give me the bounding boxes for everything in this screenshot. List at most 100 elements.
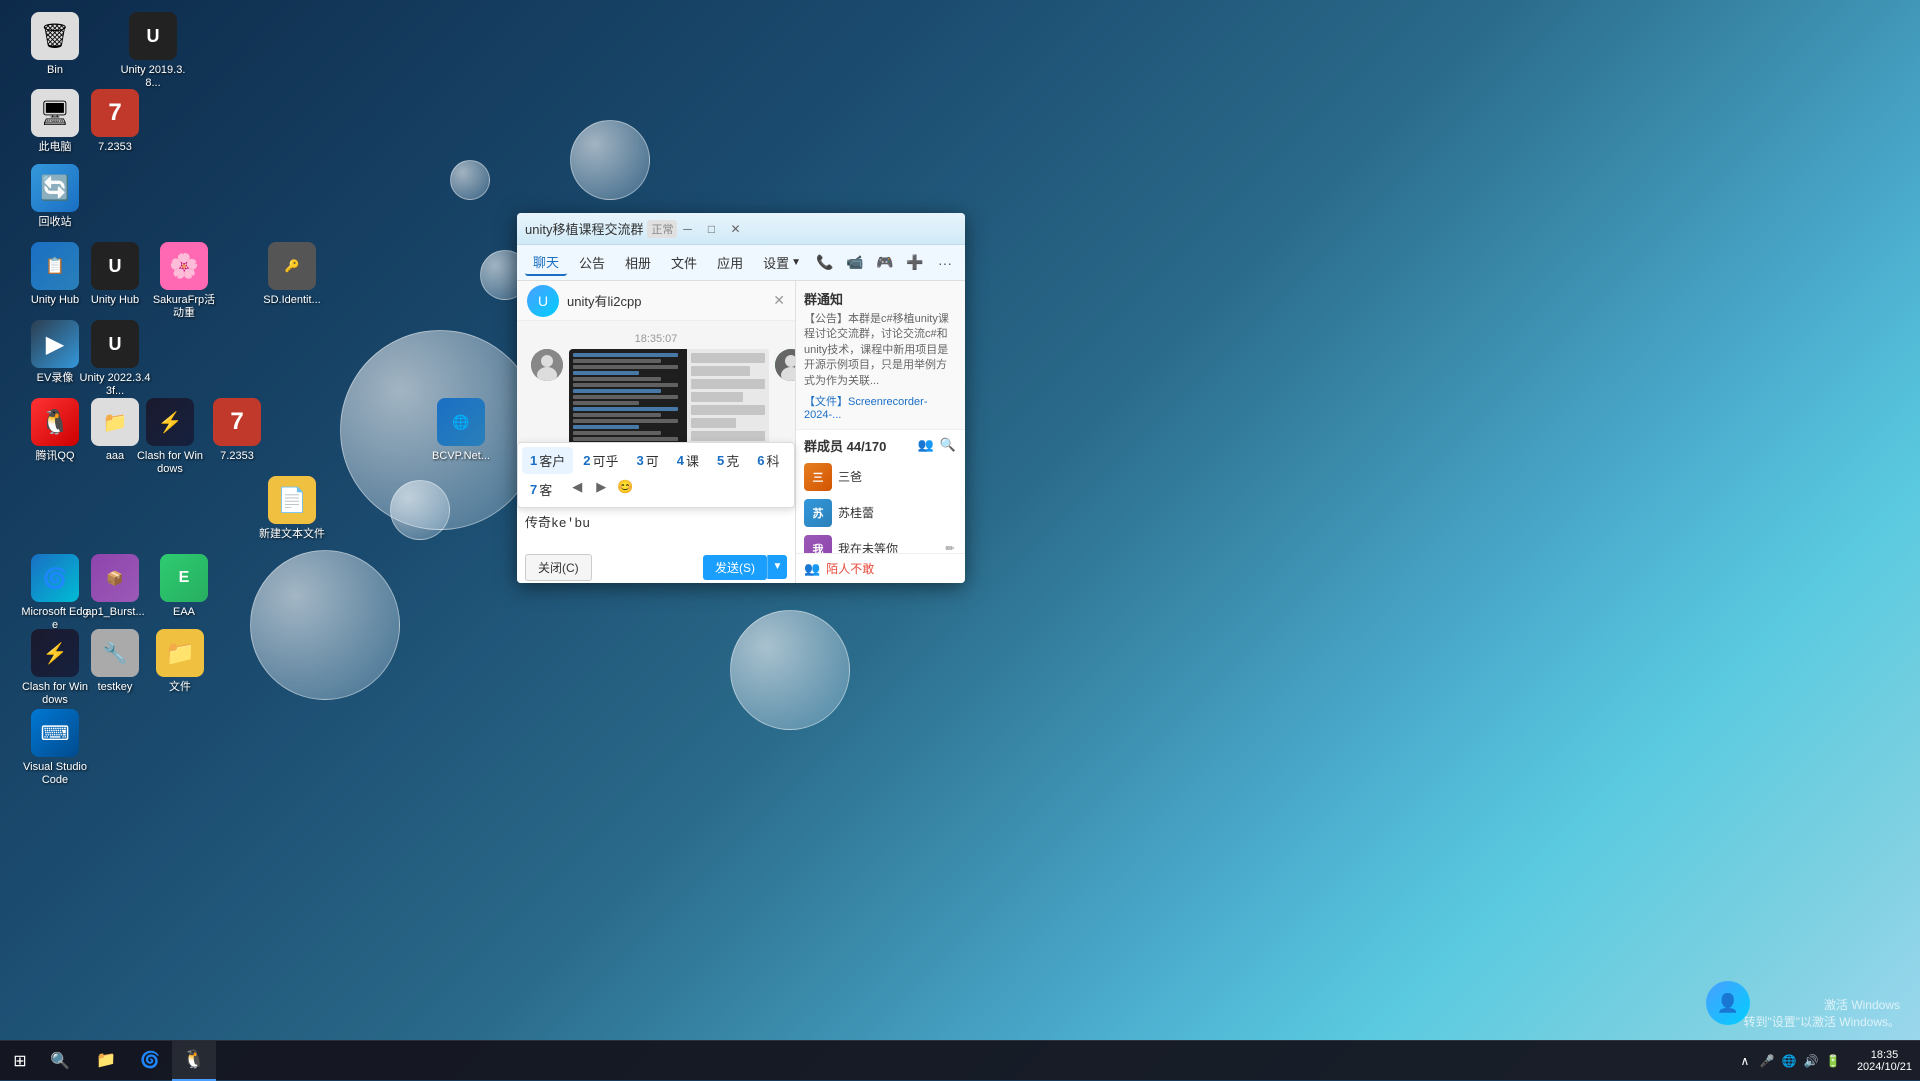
tab-settings[interactable]: 设置 ▼ — [755, 250, 809, 275]
autocomplete-item-3[interactable]: 3 可 — [629, 447, 667, 474]
file-item — [691, 431, 765, 441]
desktop-icon-7z[interactable]: 7 7.2353 — [75, 85, 155, 158]
taskbar-edge[interactable]: 🌀 — [128, 1041, 172, 1081]
file-item — [691, 366, 750, 376]
desktop-icon-file[interactable]: 📁 文件 — [140, 625, 220, 698]
vscode-label: Visual Studio Code — [19, 761, 91, 787]
video-icon[interactable]: 📹 — [843, 251, 867, 275]
friends-label[interactable]: 陌人不敢 — [826, 560, 874, 577]
member-search-icon[interactable]: 🔍 — [939, 436, 957, 454]
sd-icon: 🔑 — [268, 242, 316, 290]
desktop-icon-vscode[interactable]: ⌨ Visual Studio Code — [15, 705, 95, 791]
ev-label: EV录像 — [37, 372, 74, 385]
todesk-label: Unity Hub — [31, 294, 79, 307]
code-line — [573, 365, 678, 369]
desktop-icon-unity2[interactable]: U Unity 2022.3.43f... — [75, 316, 155, 402]
tab-file[interactable]: 文件 — [663, 250, 705, 275]
tray-volume-icon[interactable]: 🔊 — [1803, 1053, 1819, 1069]
members-count: 群成员 44/170 — [804, 436, 886, 455]
send-button[interactable]: 发送(S) — [703, 555, 767, 580]
desktop-icon-sakura[interactable]: 🌸 SakuraFrp活动重 — [144, 238, 224, 324]
call-icon[interactable]: 📞 — [813, 251, 837, 275]
ev-icon: ▶ — [31, 320, 79, 368]
chat-close-icon[interactable]: ✕ — [773, 292, 785, 309]
autocomplete-item-4[interactable]: 4 课 — [669, 447, 707, 474]
qq-label: 腾讯QQ — [35, 450, 74, 463]
member-avatar: 苏 — [804, 499, 832, 527]
more-icon[interactable]: ··· — [933, 251, 957, 275]
desktop-icon-bin[interactable]: 🗑 Bin — [15, 8, 95, 81]
add-icon[interactable]: ➕ — [903, 251, 927, 275]
file-item — [691, 405, 765, 415]
autocomplete-next[interactable]: ▶ — [590, 476, 612, 498]
autocomplete-item-5[interactable]: 5 克 — [709, 447, 747, 474]
message-avatar-right — [775, 349, 795, 381]
member-name: 我在未等你 — [838, 540, 937, 553]
tray-mic-icon[interactable]: 🎤 — [1759, 1053, 1775, 1069]
code-line — [573, 437, 678, 441]
tab-album[interactable]: 相册 — [617, 250, 659, 275]
autocomplete-item-7[interactable]: 7 客 — [522, 476, 560, 503]
member-search-icons: 👥 🔍 — [917, 436, 957, 454]
unity-icon: U — [129, 12, 177, 60]
tray-icons: ∧ 🎤 🌐 🔊 🔋 — [1737, 1053, 1841, 1069]
autocomplete-item-1[interactable]: 1 客户 — [522, 447, 573, 474]
desktop-icon-huiyuan[interactable]: 🔄 回收站 — [15, 160, 95, 233]
docs-icon: 📄 — [268, 476, 316, 524]
computer-icon: 🖥 — [31, 89, 79, 137]
taskbar-search-icon[interactable]: 🔍 — [42, 1043, 78, 1079]
cfw2-icon: ⚡ — [31, 629, 79, 677]
desktop-icon-eaa[interactable]: E EAA — [144, 550, 224, 623]
autocomplete-prev[interactable]: ◀ — [566, 476, 588, 498]
desktop-icon-aaa[interactable]: 📁 aaa — [75, 394, 155, 467]
taskbar-qq[interactable]: 🐧 — [172, 1041, 216, 1081]
taskbar-file-explorer[interactable]: 📁 — [84, 1041, 128, 1081]
edge-icon: 🌀 — [31, 554, 79, 602]
tab-notice[interactable]: 公告 — [571, 250, 613, 275]
member-item-waiting[interactable]: 我 我在未等你 ✏ — [796, 531, 965, 553]
clock[interactable]: 18:35 2024/10/21 — [1849, 1049, 1920, 1073]
qq-taskbar-icon: 🐧 — [184, 1050, 204, 1070]
autocomplete-item-6[interactable]: 6 科 — [749, 447, 787, 474]
tab-chat[interactable]: 聊天 — [525, 249, 567, 276]
input-area[interactable]: 1 客户 2 可乎 3 可 4 课 — [517, 507, 795, 551]
window-title: unity移植课程交流群 — [525, 219, 643, 238]
file-link[interactable]: 【文件】Screenrecorder-2024-... — [804, 393, 957, 421]
tray-battery-icon[interactable]: 🔋 — [1825, 1053, 1841, 1069]
code-line — [573, 371, 639, 375]
autocomplete-emoji[interactable]: 😊 — [614, 476, 636, 498]
tray-network-icon[interactable]: 🌐 — [1781, 1053, 1797, 1069]
autocomplete-item-2[interactable]: 2 可乎 — [575, 447, 626, 474]
desktop-icon-app1[interactable]: 📦 ap1_Burst... — [75, 550, 155, 623]
member-list-icon[interactable]: 👥 — [917, 436, 935, 454]
clock-time: 18:35 — [1871, 1049, 1899, 1061]
member-list[interactable]: 三 三爸 苏 苏桂蕾 我 我在未等你 ✏ 尘 尘世梦 ★ — [796, 459, 965, 553]
app1-label: ap1_Burst... — [85, 606, 144, 619]
desktop-icon-sd[interactable]: 🔑 SD.Identit... — [252, 238, 332, 311]
close-button[interactable]: ✕ — [725, 219, 745, 239]
desktop-icon-unity[interactable]: U Unity 2019.3.8... — [113, 8, 193, 94]
title-buttons: ─ □ ✕ — [677, 219, 745, 239]
tray-expand-icon[interactable]: ∧ — [1737, 1053, 1753, 1069]
file-label: 文件 — [169, 681, 191, 694]
desktop-icon-docs[interactable]: 📄 新建文本文件 — [252, 472, 332, 545]
send-dropdown-button[interactable]: ▼ — [767, 555, 787, 579]
desktop-icon-7z2[interactable]: 7 7.2353 — [197, 394, 277, 467]
message-avatar — [531, 349, 563, 381]
member-item-samba[interactable]: 三 三爸 — [796, 459, 965, 495]
desktop-icon-bcvp[interactable]: 🌐 BCVP.Net... — [421, 394, 501, 467]
desktop-icon-unity-hub[interactable]: U Unity Hub — [75, 238, 155, 311]
maximize-button[interactable]: □ — [701, 219, 721, 239]
tab-app[interactable]: 应用 — [709, 250, 751, 275]
member-item-sgl[interactable]: 苏 苏桂蕾 — [796, 495, 965, 531]
message-input[interactable]: 传奇ke'bu — [525, 512, 787, 542]
members-section: 群成员 44/170 👥 🔍 — [796, 430, 965, 459]
game-icon[interactable]: 🎮 — [873, 251, 897, 275]
edge-icon: 🌀 — [140, 1050, 160, 1070]
start-button[interactable]: ⊞ — [0, 1041, 40, 1081]
cancel-button[interactable]: 关闭(C) — [525, 554, 592, 581]
code-line — [573, 359, 661, 363]
minimize-button[interactable]: ─ — [677, 219, 697, 239]
code-line — [573, 413, 661, 417]
sakura-icon: 🌸 — [160, 242, 208, 290]
